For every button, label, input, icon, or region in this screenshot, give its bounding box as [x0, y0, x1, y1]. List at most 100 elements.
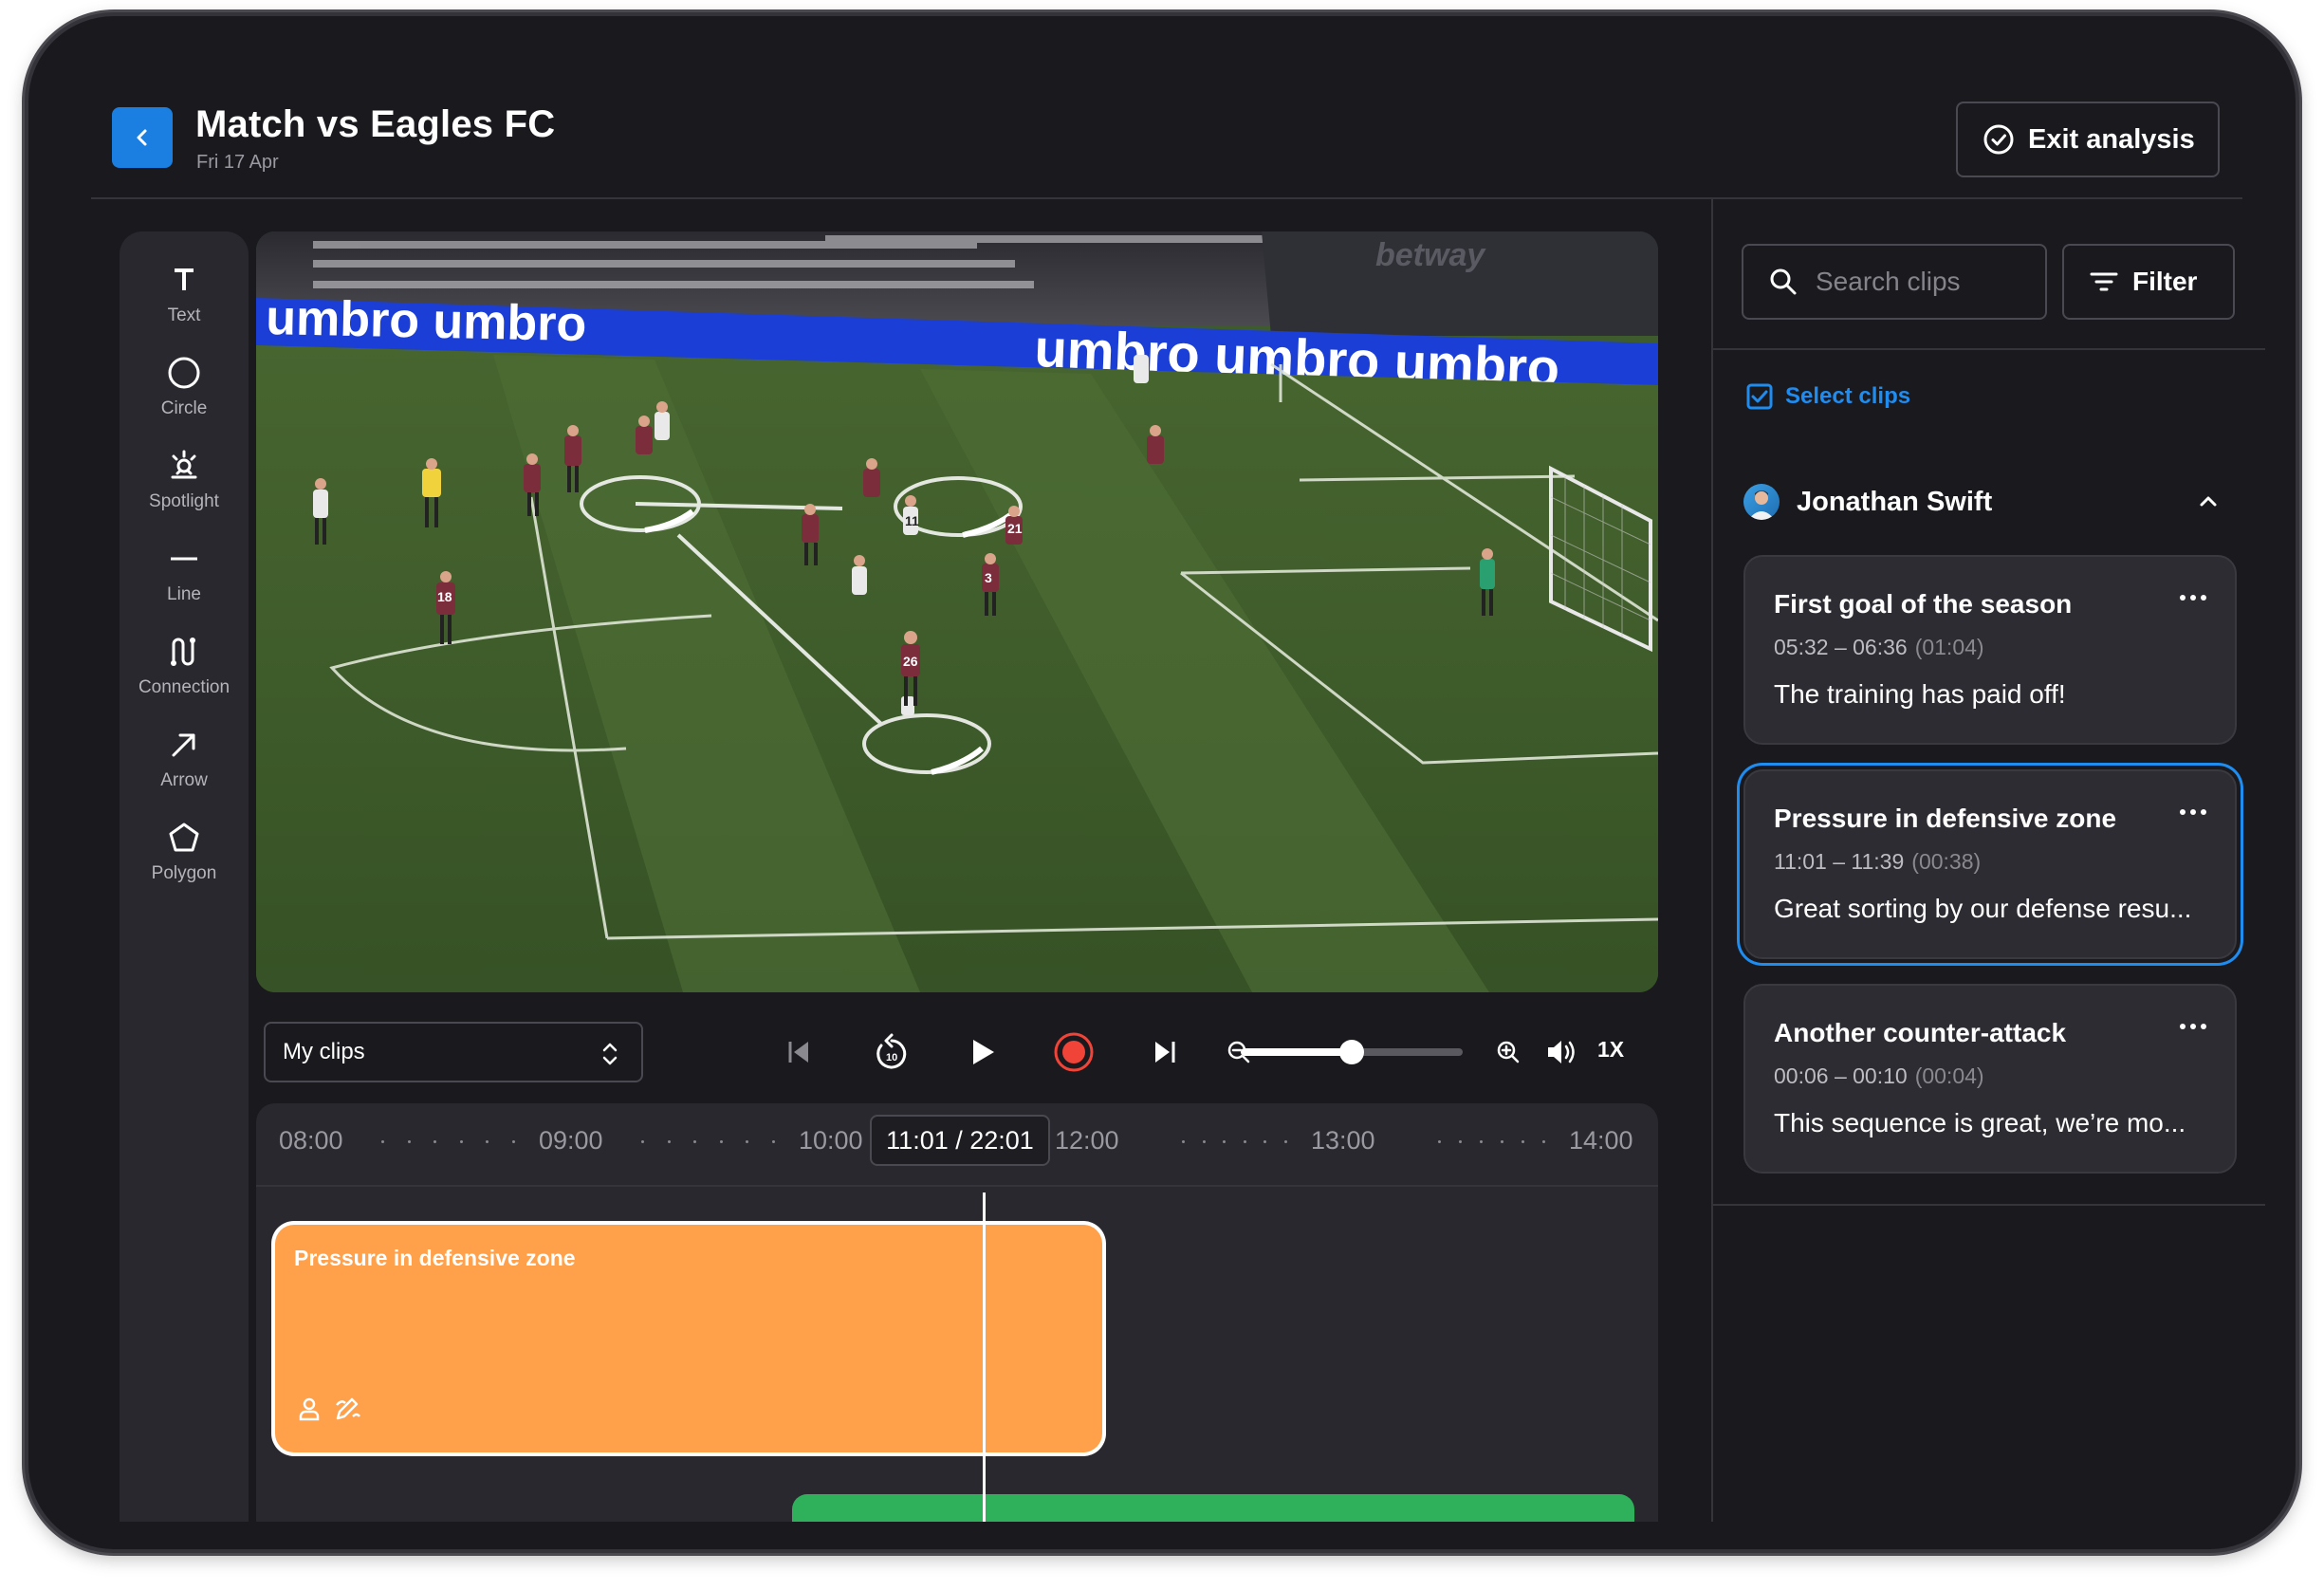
chevron-up-icon[interactable] — [2197, 490, 2220, 513]
panel-divider — [1713, 348, 2265, 350]
tool-circle[interactable]: Circle — [120, 349, 249, 419]
zoom-slider-fill — [1241, 1048, 1352, 1056]
tick-dot — [667, 1140, 671, 1143]
clip-card-note: Great sorting by our defense resu... — [1774, 894, 2192, 923]
tick-dot — [512, 1140, 515, 1143]
tick-dot — [1284, 1140, 1287, 1143]
playhead[interactable] — [983, 1192, 986, 1522]
user-group-header[interactable]: Jonathan Swift — [1743, 481, 2237, 523]
tick-dot — [381, 1140, 384, 1143]
match-date: Fri 17 Apr — [196, 152, 279, 173]
tool-label: Polygon — [151, 863, 217, 883]
rewind-10-button[interactable]: 10 — [865, 1027, 918, 1077]
zoom-slider-handle[interactable] — [1339, 1040, 1364, 1064]
tool-connection[interactable]: Connection — [120, 628, 249, 698]
zoom-slider[interactable] — [1241, 1040, 1463, 1064]
timeline-clip[interactable]: Pressure in defensive zone — [275, 1225, 1102, 1452]
tick-dot — [719, 1140, 723, 1143]
clip-card-note: This sequence is great, we’re mo... — [1774, 1108, 2186, 1137]
line-icon — [171, 557, 197, 561]
tool-polygon[interactable]: Polygon — [120, 814, 249, 884]
check-circle-icon — [1983, 124, 2014, 155]
tick-dot — [1542, 1140, 1545, 1143]
playback-speed-button[interactable]: 1X — [1597, 1037, 1624, 1063]
timeline-ruler: 08:00 09:00 10:00 12:00 13:00 14:00 11:0… — [256, 1103, 1658, 1187]
clips-source-select[interactable]: My clips — [264, 1022, 643, 1082]
clip-card-range: 11:01 – 11:39 — [1774, 849, 1905, 874]
user-name: Jonathan Swift — [1797, 486, 1993, 517]
record-button[interactable] — [1047, 1027, 1100, 1077]
clip-card-selected[interactable]: Pressure in defensive zone 11:01 – 11:39… — [1743, 769, 2237, 959]
select-clips-label: Select clips — [1785, 383, 1911, 409]
tool-arrow[interactable]: Arrow — [120, 721, 249, 791]
match-video-frame: betway umbro umbro umbro umbro umbro 18 … — [256, 231, 1658, 992]
select-clips-toggle[interactable]: Select clips — [1745, 382, 1910, 411]
tick-label: 13:00 — [1311, 1126, 1375, 1155]
clip-card[interactable]: First goal of the season 05:32 – 06:36 (0… — [1743, 555, 2237, 745]
timeline-clip-name: Pressure in defensive zone — [294, 1246, 576, 1270]
tool-line[interactable]: Line — [120, 535, 249, 605]
tool-label: Connection — [138, 677, 231, 697]
tool-text[interactable]: Text — [120, 256, 249, 326]
skip-to-start-button[interactable] — [774, 1027, 823, 1077]
tick-dot — [1202, 1140, 1206, 1143]
clip-card-note: The training has paid off! — [1774, 679, 2066, 709]
stand-sponsor-text: betway — [1375, 237, 1486, 273]
tool-spotlight[interactable]: Spotlight — [120, 442, 249, 512]
replay-10-icon: 10 — [876, 1033, 907, 1069]
record-icon — [1054, 1032, 1094, 1072]
volume-icon — [1548, 1041, 1575, 1063]
clip-card-time: 00:06 – 00:10 (00:04) — [1774, 1063, 2206, 1089]
more-options-icon[interactable] — [2180, 809, 2206, 815]
clip-card-time: 05:32 – 06:36 (01:04) — [1774, 635, 2206, 660]
chevron-up-down-icon — [602, 1043, 618, 1065]
tick-label: 12:00 — [1055, 1126, 1119, 1155]
clip-card-duration: (00:38) — [1911, 849, 1982, 874]
volume-button[interactable] — [1542, 1027, 1580, 1077]
current-time-badge: 11:01 / 22:01 — [870, 1115, 1050, 1166]
chevron-left-icon — [137, 129, 147, 146]
tick-dot — [1438, 1140, 1441, 1143]
player-number: 18 — [437, 589, 452, 604]
filter-label: Filter — [2132, 267, 2198, 296]
exit-analysis-button[interactable]: Exit analysis — [1956, 102, 2220, 177]
clip-card-title: First goal of the season — [1774, 589, 2073, 619]
tick-dot — [1223, 1140, 1227, 1143]
skip-to-end-button[interactable] — [1140, 1027, 1190, 1077]
clip-card-duration: (01:04) — [1914, 635, 1984, 659]
tick-dot — [772, 1140, 775, 1143]
search-icon — [1770, 268, 1797, 295]
drawing-icon — [336, 1397, 360, 1420]
connection-icon — [171, 638, 195, 666]
zoom-in-button[interactable] — [1493, 1027, 1523, 1077]
more-options-icon[interactable] — [2180, 595, 2206, 601]
current-time: 11:01 — [886, 1125, 949, 1155]
app-screen: Match vs Eagles FC Fri 17 Apr Exit analy… — [28, 16, 2296, 1549]
timeline-clip-second[interactable] — [792, 1494, 1634, 1522]
tick-label: 09:00 — [539, 1126, 603, 1155]
tick-dot — [486, 1140, 489, 1143]
timeline-panel[interactable]: 08:00 09:00 10:00 12:00 13:00 14:00 11:0… — [256, 1103, 1658, 1522]
back-button[interactable] — [112, 107, 173, 168]
drawing-tools-panel: Text Circle Spotlight Line Connection Ar… — [120, 231, 249, 1522]
skip-back-icon — [788, 1042, 808, 1063]
tick-dot — [459, 1140, 463, 1143]
filter-button[interactable]: Filter — [2062, 244, 2235, 320]
search-placeholder: Search clips — [1816, 267, 1961, 296]
checkbox-icon — [1746, 383, 1773, 410]
filter-icon — [2090, 272, 2118, 291]
more-options-icon[interactable] — [2180, 1024, 2206, 1029]
person-icon — [299, 1397, 320, 1421]
tick-label: 14:00 — [1569, 1126, 1633, 1155]
play-icon — [973, 1040, 994, 1064]
panel-divider — [1713, 1204, 2265, 1206]
video-player[interactable]: betway umbro umbro umbro umbro umbro 18 … — [256, 231, 1658, 992]
play-button[interactable] — [958, 1027, 1007, 1077]
clip-card-range: 05:32 – 06:36 — [1774, 635, 1908, 659]
text-icon — [175, 268, 194, 290]
tick-dot — [1522, 1140, 1524, 1143]
tool-label: Line — [167, 584, 201, 604]
clip-card-title: Another counter-attack — [1774, 1018, 2067, 1047]
clip-card[interactable]: Another counter-attack 00:06 – 00:10 (00:… — [1743, 984, 2237, 1174]
search-clips-input[interactable]: Search clips — [1742, 244, 2047, 320]
